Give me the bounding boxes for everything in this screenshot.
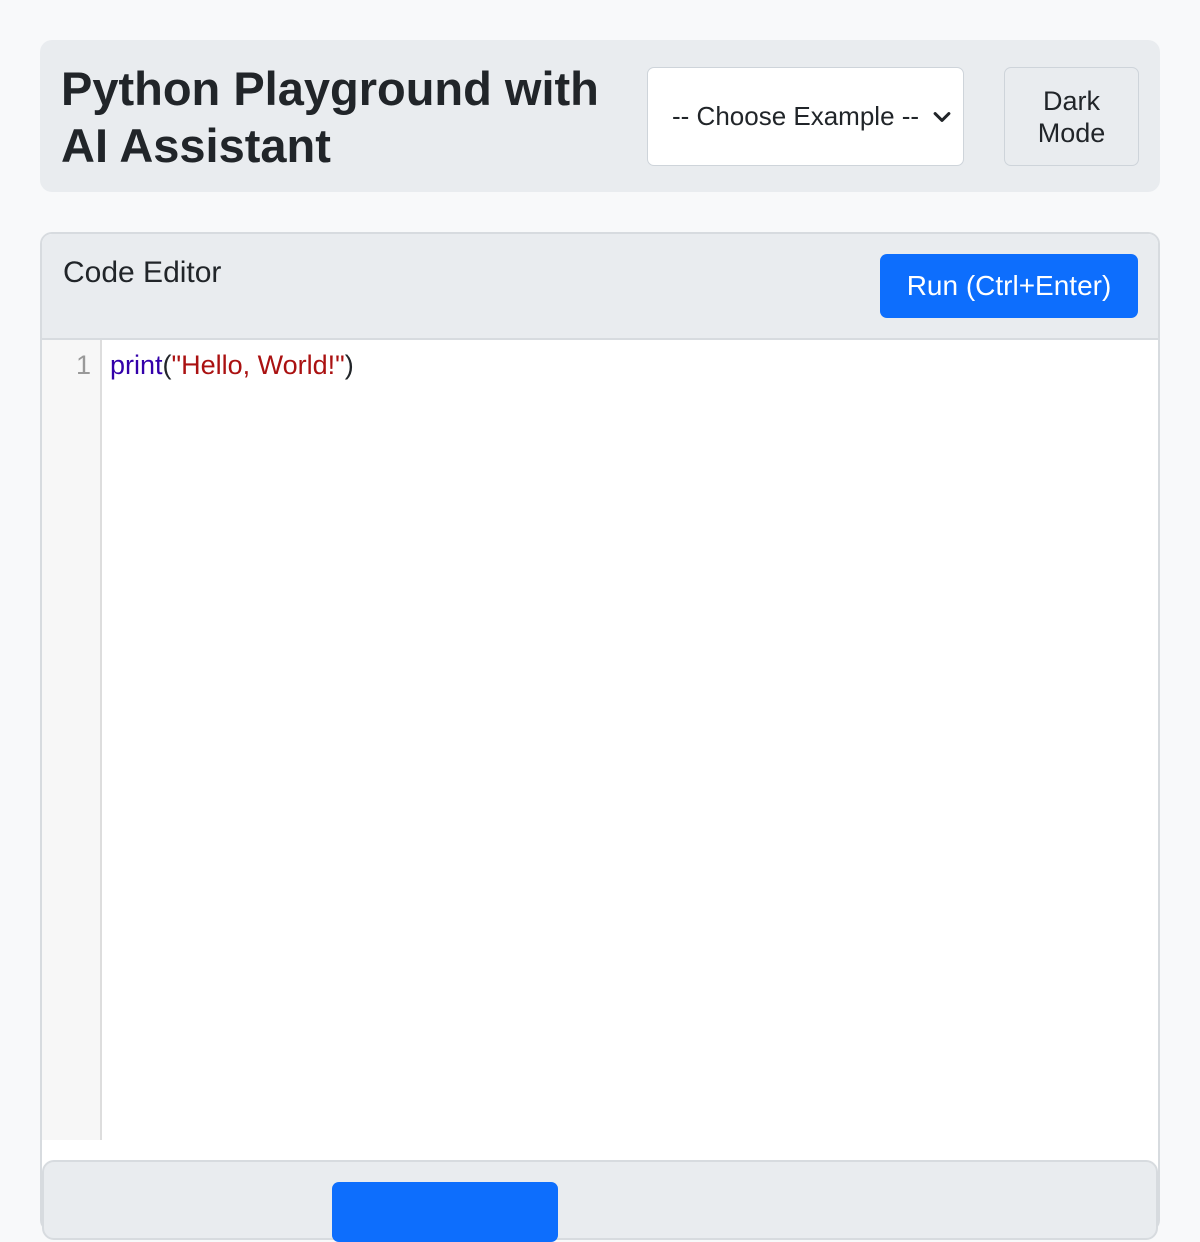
run-button[interactable]: Run (Ctrl+Enter) bbox=[880, 254, 1138, 318]
lower-panel bbox=[42, 1160, 1158, 1242]
chevron-down-icon bbox=[933, 111, 951, 122]
code-editor-header: Code Editor Run (Ctrl+Enter) bbox=[42, 234, 1158, 340]
code-editor-title: Code Editor bbox=[63, 256, 222, 289]
page-title: Python Playground with AI Assistant bbox=[61, 62, 599, 172]
example-select[interactable]: -- Choose Example -- bbox=[647, 67, 964, 166]
code-token-paren-open: ( bbox=[162, 350, 172, 380]
dark-mode-button[interactable]: Dark Mode bbox=[1004, 67, 1139, 166]
code-token-paren-close: ) bbox=[344, 350, 354, 380]
line-number-gutter: 1 bbox=[42, 340, 102, 1140]
code-token-string: "Hello, World!" bbox=[171, 350, 345, 380]
code-line[interactable]: print("Hello, World!") bbox=[110, 350, 354, 381]
code-input-area[interactable]: 1 print("Hello, World!") bbox=[42, 340, 1158, 1140]
app-header: Python Playground with AI Assistant -- C… bbox=[40, 40, 1160, 192]
code-token-function: print bbox=[110, 350, 163, 380]
line-number: 1 bbox=[75, 350, 91, 380]
code-editor-panel: Code Editor Run (Ctrl+Enter) 1 print("He… bbox=[40, 232, 1160, 1232]
example-select-value: -- Choose Example -- bbox=[672, 101, 920, 131]
lower-panel-button[interactable] bbox=[332, 1182, 558, 1242]
